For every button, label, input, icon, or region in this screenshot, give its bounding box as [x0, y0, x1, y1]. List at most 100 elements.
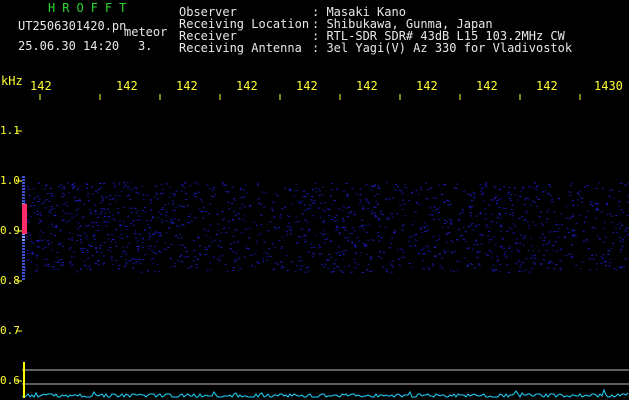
noise-pixel	[620, 209, 623, 211]
noise-pixel	[581, 261, 584, 263]
noise-pixel	[516, 199, 519, 201]
edge-pixel	[22, 185, 25, 187]
noise-pixel	[502, 207, 505, 209]
noise-pixel	[296, 190, 299, 191]
noise-pixel	[95, 190, 97, 192]
noise-pixel	[68, 248, 71, 250]
noise-pixel	[306, 221, 309, 223]
noise-pixel	[59, 230, 62, 232]
noise-pixel	[229, 248, 232, 250]
noise-pixel	[482, 192, 485, 194]
noise-pixel	[306, 193, 309, 195]
noise-pixel	[96, 224, 99, 226]
noise-pixel	[552, 245, 555, 246]
noise-pixel	[118, 195, 121, 197]
noise-pixel	[205, 248, 208, 250]
noise-pixel	[333, 216, 336, 218]
noise-pixel	[446, 241, 449, 243]
noise-pixel	[607, 195, 610, 197]
noise-pixel	[508, 247, 511, 249]
noise-pixel	[103, 255, 105, 257]
noise-pixel	[601, 188, 604, 190]
noise-pixel	[495, 203, 498, 204]
noise-pixel	[568, 231, 571, 233]
noise-pixel	[286, 269, 289, 271]
noise-pixel	[217, 230, 220, 231]
noise-pixel	[473, 267, 476, 269]
noise-pixel	[611, 189, 614, 191]
noise-pixel	[62, 219, 64, 221]
noise-pixel	[341, 270, 344, 272]
noise-pixel	[74, 197, 77, 199]
noise-pixel	[301, 259, 303, 261]
noise-pixel	[73, 182, 76, 184]
noise-pixel	[569, 184, 572, 186]
noise-pixel	[365, 245, 368, 247]
meteor-echo	[22, 204, 27, 234]
noise-pixel	[549, 185, 552, 187]
noise-pixel	[591, 254, 594, 256]
noise-pixel	[348, 206, 351, 208]
noise-pixel	[97, 217, 100, 219]
noise-pixel	[480, 243, 483, 245]
noise-pixel	[435, 240, 438, 241]
noise-pixel	[324, 210, 327, 212]
noise-pixel	[295, 265, 298, 266]
noise-pixel	[390, 213, 393, 215]
noise-pixel	[163, 248, 166, 250]
noise-pixel	[415, 202, 418, 204]
noise-pixel	[35, 269, 38, 271]
noise-pixel	[385, 198, 388, 200]
noise-pixel	[130, 223, 133, 225]
noise-pixel	[374, 184, 376, 186]
noise-pixel	[367, 264, 370, 266]
noise-pixel	[333, 200, 336, 202]
noise-pixel	[52, 207, 55, 209]
noise-pixel	[201, 200, 204, 202]
noise-pixel	[447, 204, 450, 206]
noise-pixel	[490, 239, 493, 241]
noise-pixel	[194, 182, 196, 183]
noise-pixel	[539, 211, 542, 213]
noise-pixel	[546, 211, 549, 213]
noise-pixel	[324, 233, 327, 235]
noise-pixel	[120, 190, 123, 192]
noise-pixel	[433, 247, 436, 248]
noise-pixel	[103, 212, 106, 214]
noise-pixel	[575, 265, 578, 266]
noise-pixel	[226, 270, 229, 272]
noise-pixel	[499, 246, 502, 248]
noise-pixel	[99, 247, 102, 249]
noise-pixel	[341, 218, 344, 220]
noise-pixel	[67, 213, 70, 214]
noise-pixel	[110, 256, 113, 258]
noise-pixel	[161, 189, 164, 191]
noise-pixel	[618, 205, 621, 207]
noise-pixel	[194, 217, 197, 219]
noise-pixel	[173, 266, 176, 267]
noise-pixel	[565, 205, 568, 207]
noise-pixel	[80, 239, 83, 241]
noise-pixel	[571, 216, 574, 218]
noise-pixel	[427, 266, 430, 268]
noise-pixel	[612, 232, 615, 233]
noise-pixel	[508, 246, 511, 247]
noise-pixel	[422, 268, 425, 270]
noise-pixel	[472, 248, 475, 250]
noise-pixel	[537, 250, 540, 252]
noise-pixel	[29, 234, 31, 236]
noise-pixel	[290, 229, 293, 231]
noise-pixel	[600, 211, 603, 213]
noise-pixel	[40, 220, 43, 222]
noise-pixel	[236, 259, 239, 261]
noise-pixel	[103, 208, 106, 210]
noise-pixel	[493, 197, 496, 199]
noise-pixel	[557, 228, 560, 230]
noise-pixel	[612, 242, 615, 244]
noise-pixel	[285, 255, 288, 257]
noise-pixel	[566, 228, 569, 230]
noise-pixel	[77, 234, 80, 236]
noise-pixel	[482, 187, 485, 188]
noise-pixel	[276, 195, 279, 197]
noise-pixel	[135, 212, 138, 214]
